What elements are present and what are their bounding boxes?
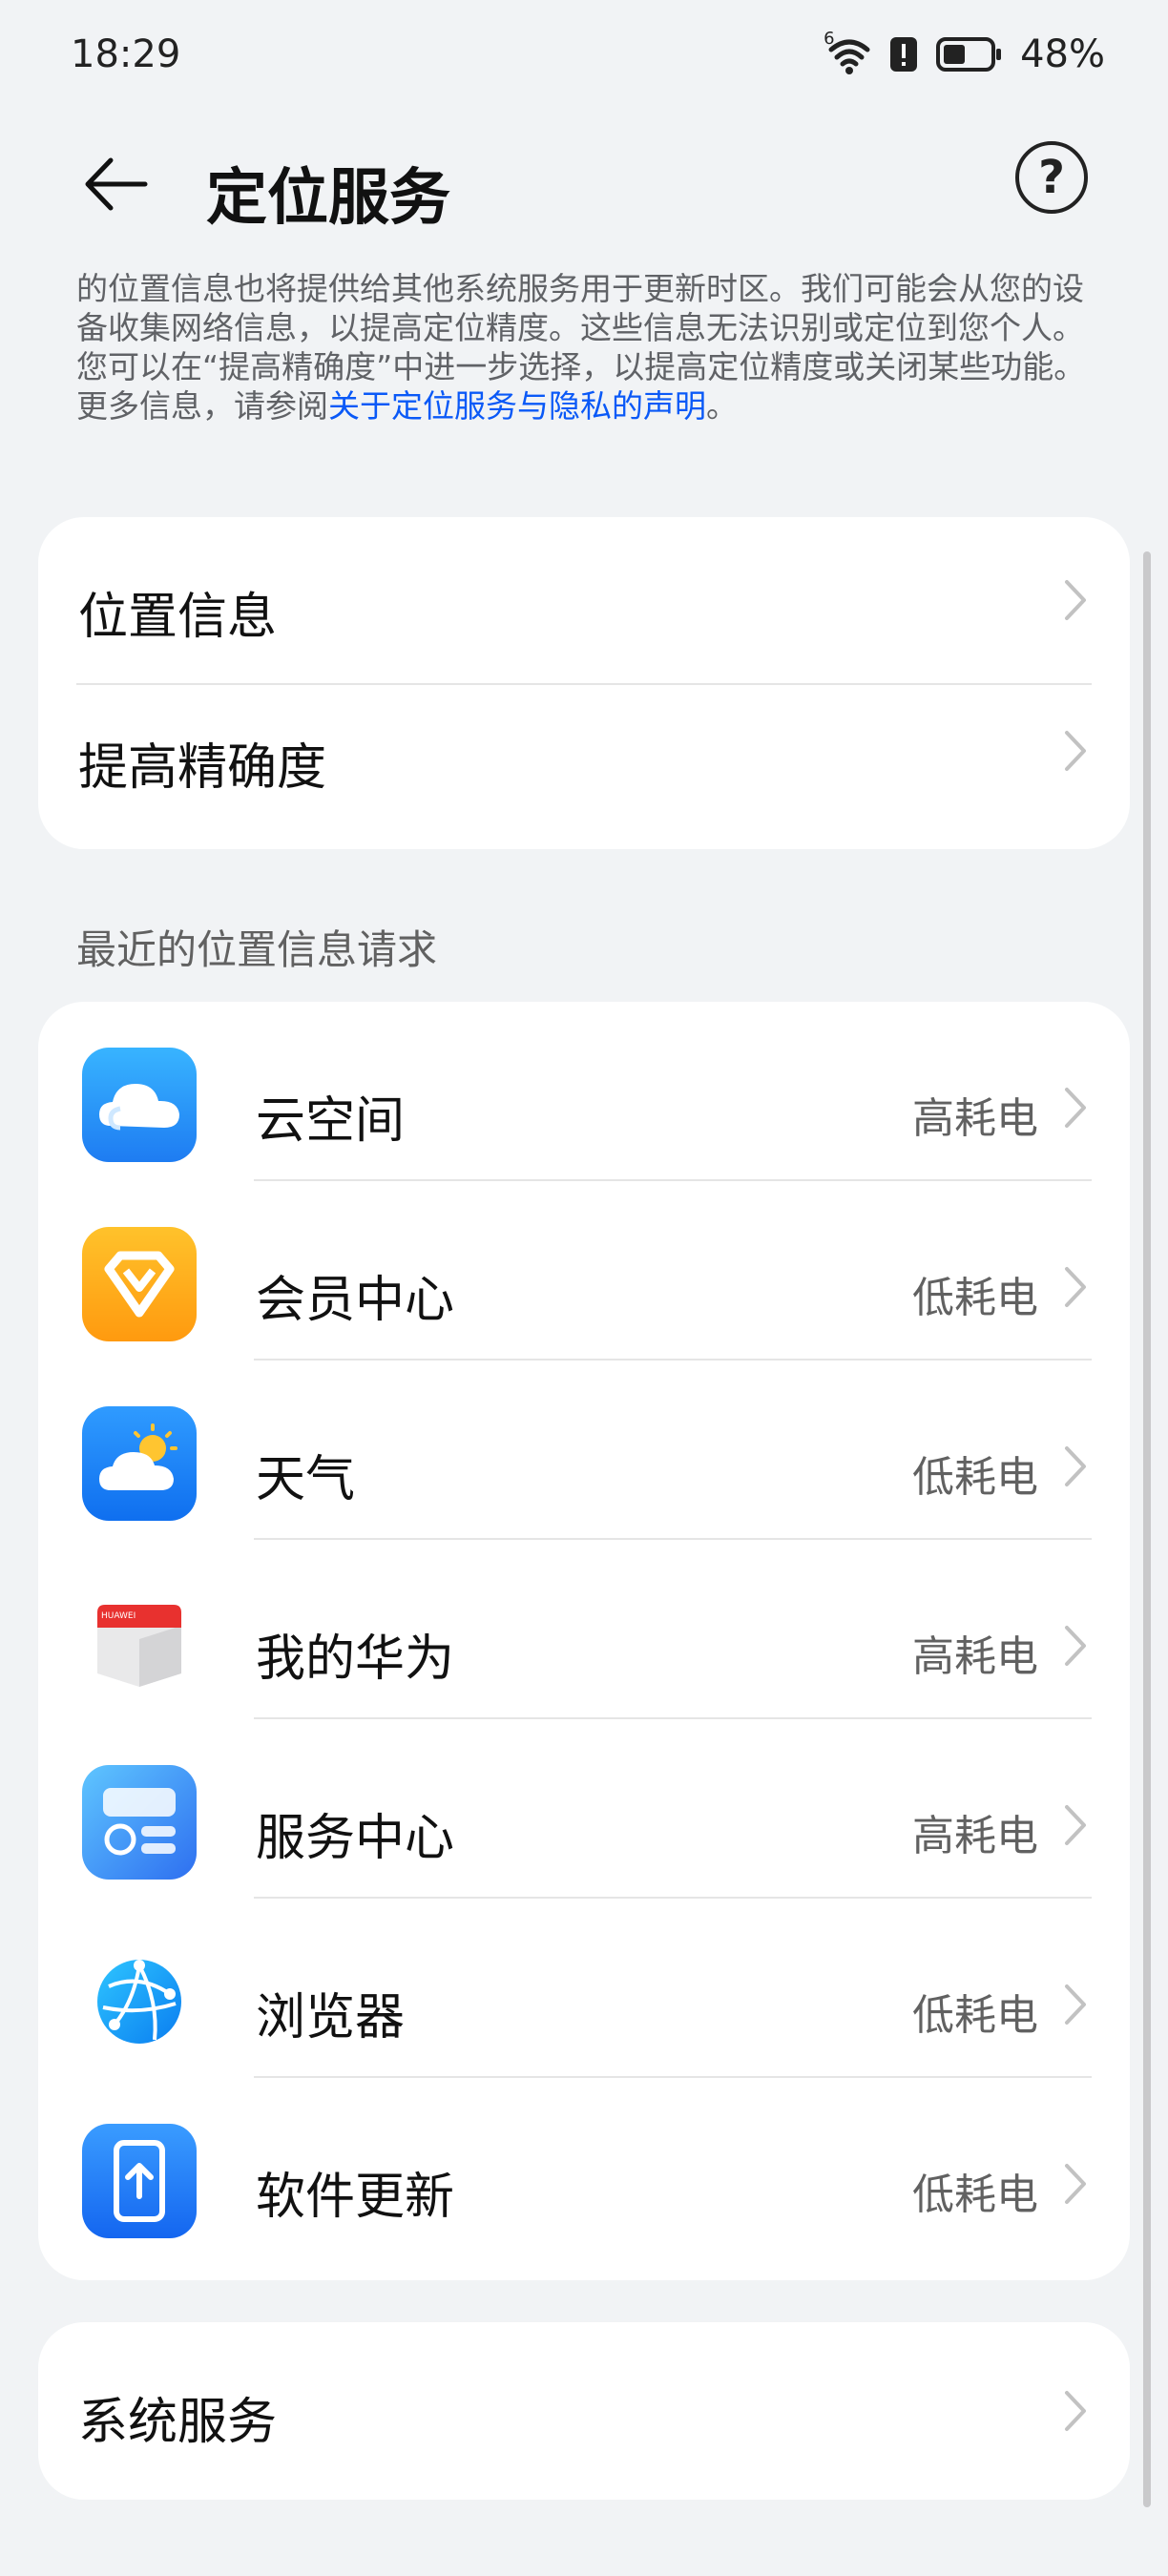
list-item[interactable]: 服务中心 高耗电 — [38, 1719, 1130, 1899]
privacy-statement-link[interactable]: 关于定位服务与隐私的声明 — [328, 387, 706, 425]
chevron-right-icon — [1065, 2164, 1086, 2204]
software-update-icon — [82, 2124, 197, 2238]
app-name: 浏览器 — [256, 1989, 406, 2046]
back-arrow-icon — [85, 157, 148, 211]
status-time: 18:29 — [71, 32, 181, 76]
chevron-right-icon — [1065, 2391, 1086, 2431]
location-settings-card: 位置信息 提高精确度 — [38, 517, 1130, 849]
help-button[interactable]: ? — [1015, 141, 1088, 214]
wifi-badge: 6 — [824, 29, 835, 49]
list-item[interactable]: 天气 低耗电 — [38, 1361, 1130, 1540]
battery-icon — [936, 37, 1003, 72]
power-usage: 低耗电 — [912, 1991, 1038, 2040]
location-info-label: 位置信息 — [78, 589, 278, 646]
power-usage: 低耗电 — [912, 1453, 1038, 1502]
help-icon: ? — [1038, 151, 1065, 204]
chevron-right-icon — [1065, 580, 1086, 620]
improve-accuracy-label: 提高精确度 — [78, 739, 327, 797]
page-title: 定位服务 — [206, 163, 450, 234]
service-center-icon — [82, 1765, 197, 1880]
description-suffix: 。 — [706, 387, 738, 425]
list-item[interactable]: 云空间 高耗电 — [38, 1002, 1130, 1181]
list-item[interactable]: 会员中心 低耗电 — [38, 1181, 1130, 1361]
improve-accuracy-item[interactable]: 提高精确度 — [38, 685, 1130, 849]
chevron-right-icon — [1065, 1805, 1086, 1845]
alert-icon — [888, 35, 919, 73]
chevron-right-icon — [1065, 1626, 1086, 1666]
wifi-icon: 6 — [824, 29, 871, 74]
back-button[interactable] — [76, 145, 155, 223]
chevron-right-icon — [1065, 1984, 1086, 2025]
chevron-right-icon — [1065, 1446, 1086, 1486]
power-usage: 低耗电 — [912, 2171, 1038, 2219]
huawei-logo-text: HUAWEI — [101, 1611, 136, 1621]
member-center-icon — [82, 1227, 197, 1341]
list-item[interactable]: 浏览器 低耗电 — [38, 1899, 1130, 2078]
location-info-item[interactable]: 位置信息 — [38, 517, 1130, 683]
power-usage: 低耗电 — [912, 1274, 1038, 1322]
list-item[interactable]: HUAWEI 我的华为 高耗电 — [38, 1540, 1130, 1719]
status-icons: 6 48% — [824, 29, 1105, 76]
app-name: 会员中心 — [256, 1272, 455, 1329]
browser-icon — [82, 1944, 197, 2059]
status-bar: 18:29 6 48% — [0, 0, 1168, 114]
chevron-right-icon — [1065, 1088, 1086, 1128]
system-services-card: 系统服务 — [38, 2322, 1130, 2500]
cloud-space-icon — [82, 1048, 197, 1162]
app-name: 服务中心 — [256, 1810, 455, 1867]
power-usage: 高耗电 — [912, 1094, 1038, 1143]
recent-requests-header: 最近的位置信息请求 — [76, 926, 438, 973]
my-huawei-icon: HUAWEI — [82, 1586, 197, 1700]
chevron-right-icon — [1065, 731, 1086, 771]
weather-icon — [82, 1406, 197, 1521]
scrollbar[interactable] — [1143, 551, 1151, 2507]
battery-percent: 48% — [1020, 32, 1105, 76]
app-name: 我的华为 — [256, 1631, 455, 1688]
description-text: 的位置信息也将提供给其他系统服务用于更新时区。我们可能会从您的设备收集网络信息，… — [76, 269, 1092, 426]
recent-requests-card: 云空间 高耗电 会员中心 低耗电 天气 低耗电 HUAWEI 我的华为 高耗电 … — [38, 1002, 1130, 2280]
list-item[interactable]: 软件更新 低耗电 — [38, 2078, 1130, 2257]
chevron-right-icon — [1065, 1267, 1086, 1307]
power-usage: 高耗电 — [912, 1632, 1038, 1681]
app-name: 云空间 — [256, 1092, 406, 1150]
power-usage: 高耗电 — [912, 1812, 1038, 1860]
system-services-label: 系统服务 — [78, 2394, 278, 2451]
app-name: 天气 — [256, 1451, 356, 1508]
title-bar: 定位服务 ? — [0, 124, 1168, 248]
system-services-item[interactable]: 系统服务 — [38, 2322, 1130, 2500]
app-name: 软件更新 — [256, 2169, 455, 2226]
